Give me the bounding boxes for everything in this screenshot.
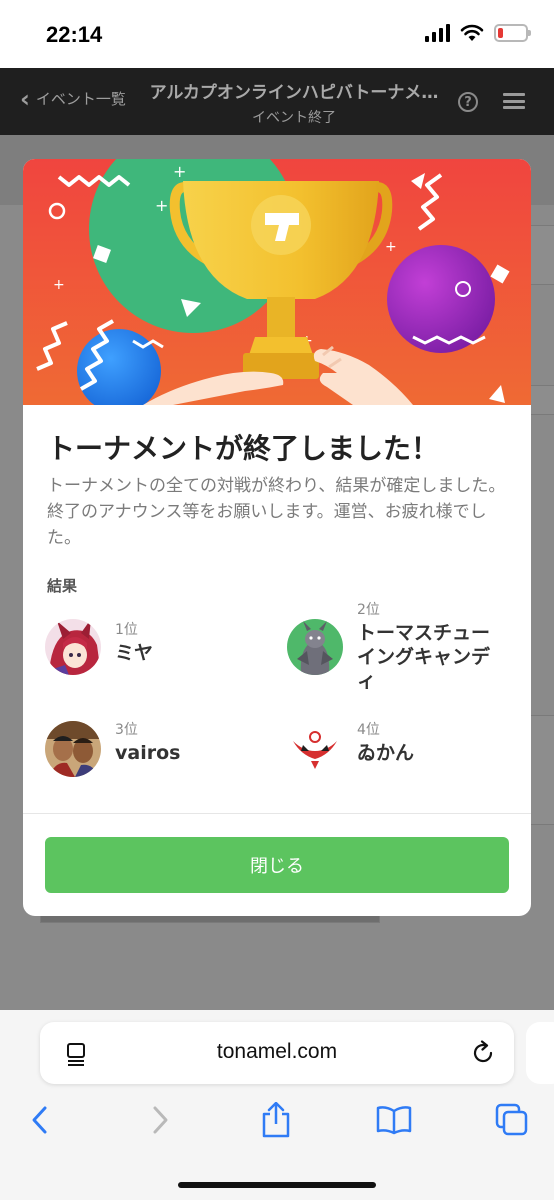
status-bar: 22:14: [0, 0, 554, 68]
close-button[interactable]: 閉じる: [45, 837, 509, 893]
background-card: [530, 715, 554, 825]
result-position: 1位: [115, 622, 138, 638]
result-position: 4位: [357, 722, 380, 738]
hamburger-menu-icon[interactable]: [503, 93, 525, 109]
status-icons: [425, 24, 531, 42]
background-card: [530, 385, 554, 415]
address-bar[interactable]: tonamel.com: [40, 1022, 514, 1084]
result-player-name: ミヤ: [115, 642, 154, 664]
browser-bottom-bar: tonamel.com: [0, 1010, 554, 1200]
result-position: 2位: [357, 602, 380, 618]
page-title: アルカプオンラインハピバトーナメ…: [149, 83, 439, 103]
result-player-name: vairos: [115, 742, 181, 764]
back-arrow-icon[interactable]: [20, 1100, 60, 1140]
svg-text:+: +: [173, 162, 186, 181]
forward-arrow-icon[interactable]: [140, 1100, 180, 1140]
next-tab-preview[interactable]: [526, 1022, 554, 1084]
app-header: ‹ イベント一覧 アルカプオンラインハピバトーナメ… イベント終了 ?: [0, 68, 554, 135]
svg-text:+: +: [385, 239, 397, 255]
results-label: 結果: [47, 577, 78, 595]
cellular-signal-icon: [425, 24, 450, 42]
url-text: tonamel.com: [216, 1040, 338, 1063]
home-indicator: [178, 1182, 376, 1188]
modal-description: トーナメントの全ての対戦が終わり、結果が確定しました。終了のアナウンス等をお願い…: [47, 476, 506, 548]
player-avatar: [287, 721, 343, 777]
page-subtitle: イベント終了: [252, 110, 336, 126]
svg-text:+: +: [53, 277, 65, 293]
browser-toolbar: [0, 1100, 554, 1150]
wifi-icon: [460, 24, 484, 41]
svg-text:+: +: [155, 196, 168, 215]
status-time: 22:14: [46, 22, 103, 47]
result-rank-2[interactable]: 2位 トーマスチューイングキャンディ: [287, 602, 507, 701]
result-rank-4[interactable]: 4位 ゐかん: [287, 721, 507, 811]
background-card: [530, 225, 554, 285]
player-avatar: [287, 619, 343, 675]
player-avatar: [45, 619, 101, 675]
bookmarks-icon[interactable]: [374, 1100, 414, 1140]
back-button[interactable]: ‹ イベント一覧: [20, 84, 126, 113]
result-rank-3[interactable]: 3位 vairos: [45, 721, 265, 811]
result-rank-1[interactable]: 1位 ミヤ: [45, 611, 265, 701]
result-player-name: ゐかん: [357, 742, 415, 764]
chevron-left-icon: ‹: [20, 84, 30, 113]
modal-divider: [23, 813, 531, 814]
modal-title: トーナメントが終了しました！: [47, 432, 440, 465]
tabs-icon[interactable]: [492, 1100, 532, 1140]
result-position: 3位: [115, 722, 138, 738]
player-avatar: [45, 721, 101, 777]
help-icon[interactable]: ?: [458, 92, 478, 112]
page-title-block: アルカプオンラインハピバトーナメ… イベント終了: [146, 78, 442, 127]
trophy-celebration-illustration: + + + + + + +: [23, 159, 531, 405]
result-player-name: トーマスチューイングキャンディ: [357, 622, 491, 692]
back-label: イベント一覧: [35, 90, 126, 108]
tournament-finished-modal: + + + + + + + トーナメントが終了しました！ トーナメントの全ての対…: [23, 159, 531, 916]
reload-icon[interactable]: [470, 1040, 496, 1066]
share-icon[interactable]: [256, 1100, 296, 1140]
battery-icon: [494, 24, 531, 42]
